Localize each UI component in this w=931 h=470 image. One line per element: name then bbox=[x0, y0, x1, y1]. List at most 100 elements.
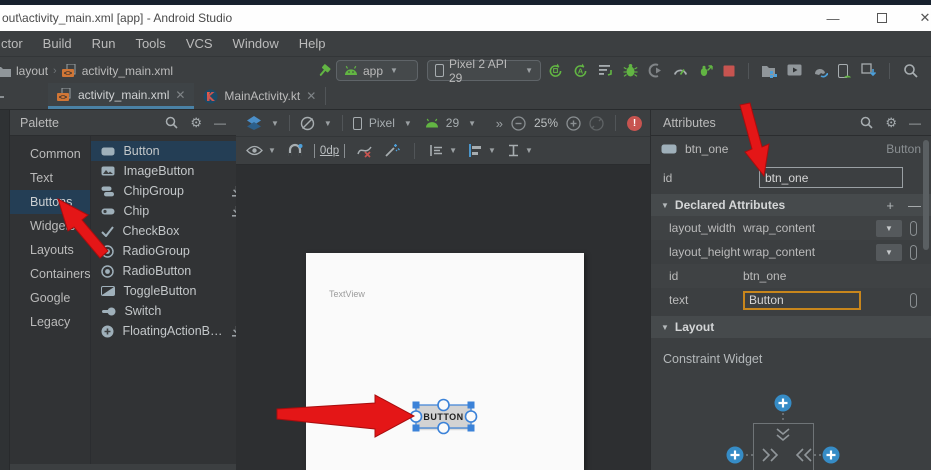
search-everywhere-icon[interactable] bbox=[903, 63, 918, 78]
attribute-value[interactable]: wrap_content bbox=[743, 221, 876, 235]
palette-item-floatingactionbutton[interactable]: FloatingActionB… bbox=[91, 321, 251, 341]
close-button[interactable]: ✕ bbox=[910, 5, 931, 31]
chevron-down-icon[interactable]: ▼ bbox=[488, 146, 496, 155]
layout-section-header[interactable]: ▼ Layout bbox=[651, 316, 931, 338]
sync-icon[interactable] bbox=[598, 63, 613, 78]
menu-item-refactor[interactable]: ctor bbox=[0, 31, 33, 56]
chevron-down-icon[interactable]: ▼ bbox=[268, 146, 276, 155]
run-config-dropdown[interactable]: app ▼ bbox=[336, 60, 418, 81]
toolbar-overflow-icon[interactable]: » bbox=[496, 116, 503, 131]
design-surface[interactable]: TextView BUTTON bbox=[236, 165, 650, 470]
tab-mainactivity-kt[interactable]: MainActivity.kt ✕ bbox=[194, 83, 325, 109]
attach-debugger-icon[interactable] bbox=[698, 63, 713, 78]
toggle-reference-icon[interactable] bbox=[910, 293, 917, 308]
palette-item-switch[interactable]: Switch bbox=[91, 301, 251, 321]
autoconnect-magnet-icon[interactable] bbox=[287, 143, 303, 158]
layout-inspector-icon[interactable] bbox=[838, 64, 851, 78]
menu-item-vcs[interactable]: VCS bbox=[176, 31, 223, 56]
chevron-down-icon[interactable]: ▼ bbox=[404, 119, 412, 128]
id-input[interactable] bbox=[759, 167, 903, 188]
palette-category-common[interactable]: Common bbox=[10, 142, 90, 166]
palette-item-radiogroup[interactable]: RadioGroup bbox=[91, 241, 251, 261]
align-icon[interactable] bbox=[468, 144, 483, 157]
infer-constraints-icon[interactable] bbox=[384, 143, 400, 158]
search-icon[interactable] bbox=[165, 116, 178, 129]
clear-constraints-icon[interactable] bbox=[356, 143, 373, 158]
palette-item-togglebutton[interactable]: ToggleButton bbox=[91, 281, 251, 301]
menu-item-window[interactable]: Window bbox=[223, 31, 289, 56]
default-margin-control[interactable]: 0dp bbox=[314, 144, 345, 158]
menu-item-run[interactable]: Run bbox=[82, 31, 126, 56]
palette-category-buttons[interactable]: Buttons bbox=[10, 190, 90, 214]
palette-category-containers[interactable]: Containers bbox=[10, 262, 90, 286]
palette-category-google[interactable]: Google bbox=[10, 286, 90, 310]
menu-item-build[interactable]: Build bbox=[33, 31, 82, 56]
distribute-icon[interactable] bbox=[507, 144, 520, 157]
attribute-value[interactable]: wrap_content bbox=[743, 245, 876, 259]
rerun-icon[interactable] bbox=[548, 63, 563, 78]
add-attribute-icon[interactable]: + bbox=[886, 198, 894, 213]
toggle-reference-icon[interactable] bbox=[910, 245, 917, 260]
project-structure-icon[interactable] bbox=[762, 64, 777, 78]
breadcrumb-folder[interactable]: layout bbox=[16, 64, 48, 78]
chevron-down-icon[interactable]: ▼ bbox=[468, 119, 476, 128]
device-dropdown[interactable]: Pixel 2 API 29 ▼ bbox=[427, 60, 541, 81]
gear-icon[interactable]: ⚙ bbox=[190, 115, 202, 131]
palette-item-radiobutton[interactable]: RadioButton bbox=[91, 261, 251, 281]
pack-icon[interactable] bbox=[429, 144, 444, 157]
view-options-eye-icon[interactable] bbox=[246, 145, 263, 156]
profiler-icon[interactable] bbox=[673, 63, 688, 78]
palette-item-chipgroup[interactable]: ChipGroup bbox=[91, 181, 251, 201]
menu-item-help[interactable]: Help bbox=[289, 31, 336, 56]
constraint-widget[interactable] bbox=[651, 390, 931, 470]
minimize-button[interactable]: — bbox=[818, 5, 848, 31]
chevron-down-icon[interactable]: ▼ bbox=[449, 146, 457, 155]
remove-attribute-icon[interactable]: — bbox=[908, 198, 921, 213]
chevron-down-icon[interactable]: ▼ bbox=[324, 119, 332, 128]
toggle-reference-icon[interactable] bbox=[910, 221, 917, 236]
gradle-sync-icon[interactable] bbox=[812, 64, 828, 78]
maximize-button[interactable] bbox=[867, 5, 897, 31]
dropdown-button[interactable]: ▼ bbox=[876, 220, 902, 237]
zoom-to-fit-icon[interactable] bbox=[589, 116, 604, 131]
breadcrumb-file[interactable]: activity_main.xml bbox=[82, 64, 173, 78]
tab-activity-main-xml[interactable]: <> activity_main.xml ✕ bbox=[48, 83, 194, 109]
gear-icon[interactable]: ⚙ bbox=[885, 115, 897, 131]
scrollbar[interactable] bbox=[923, 140, 929, 250]
sdk-manager-icon[interactable] bbox=[861, 63, 876, 78]
palette-item-chip[interactable]: Chip bbox=[91, 201, 251, 221]
stop-icon[interactable] bbox=[723, 65, 735, 77]
orientation-icon[interactable] bbox=[300, 116, 315, 131]
device-type-label[interactable]: Pixel bbox=[369, 116, 395, 130]
close-tab-icon[interactable]: ✕ bbox=[306, 89, 316, 103]
hide-panel-icon[interactable]: — bbox=[909, 116, 921, 130]
attribute-value[interactable]: btn_one bbox=[743, 269, 931, 283]
palette-item-imagebutton[interactable]: ImageButton bbox=[91, 161, 251, 181]
text-value-field[interactable]: Button bbox=[743, 291, 861, 310]
device-manager-icon[interactable] bbox=[787, 64, 802, 77]
zoom-out-icon[interactable] bbox=[511, 116, 526, 131]
chevron-down-icon[interactable]: ▼ bbox=[271, 119, 279, 128]
palette-category-widgets[interactable]: Widgets bbox=[10, 214, 90, 238]
palette-category-layouts[interactable]: Layouts bbox=[10, 238, 90, 262]
design-surface-icon[interactable] bbox=[246, 116, 262, 130]
palette-category-legacy[interactable]: Legacy bbox=[10, 310, 90, 334]
hide-panel-icon[interactable]: — bbox=[214, 116, 226, 130]
menu-item-tools[interactable]: Tools bbox=[125, 31, 175, 56]
search-icon[interactable] bbox=[860, 116, 873, 129]
palette-item-button[interactable]: Button bbox=[91, 141, 251, 161]
close-tab-icon[interactable]: ✕ bbox=[175, 88, 185, 102]
declared-attributes-header[interactable]: ▼ Declared Attributes + — bbox=[651, 194, 931, 216]
selection-handles[interactable] bbox=[402, 391, 486, 443]
debug-icon[interactable] bbox=[623, 63, 638, 78]
api-level-label[interactable]: 29 bbox=[446, 116, 459, 130]
apply-changes-icon[interactable]: A bbox=[573, 63, 588, 78]
dropdown-button[interactable]: ▼ bbox=[876, 244, 902, 261]
zoom-in-icon[interactable] bbox=[566, 116, 581, 131]
chevron-down-icon[interactable]: ▼ bbox=[525, 146, 533, 155]
attach-profiler-icon[interactable] bbox=[648, 63, 663, 78]
hammer-icon[interactable] bbox=[316, 63, 332, 79]
device-canvas[interactable]: TextView BUTTON bbox=[306, 253, 584, 470]
error-badge[interactable]: ! bbox=[627, 116, 642, 131]
canvas-textview[interactable]: TextView bbox=[329, 289, 365, 299]
